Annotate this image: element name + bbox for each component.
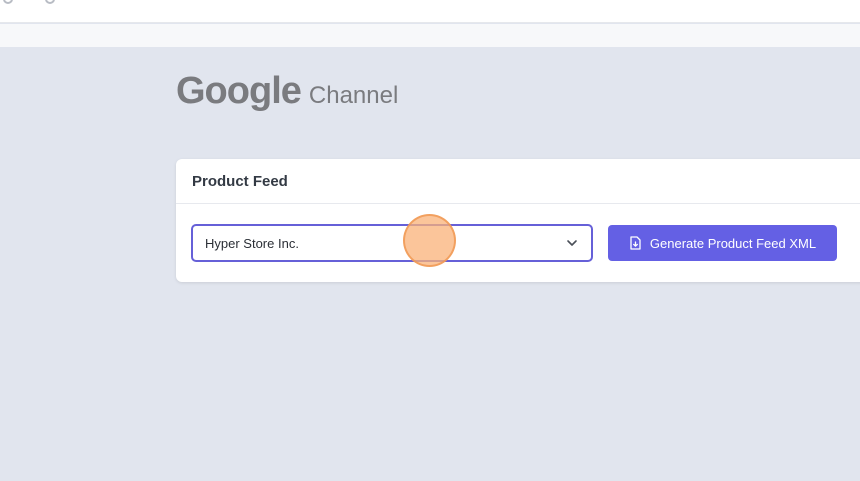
file-download-icon [630, 236, 641, 250]
sub-bar [0, 24, 860, 47]
product-feed-card: Product Feed Hyper Store Inc. Generate P… [176, 159, 860, 282]
top-bar-icon[interactable] [45, 0, 55, 4]
page-title: Channel [308, 82, 399, 109]
generate-button-label: Generate Product Feed XML [649, 235, 817, 251]
store-select[interactable]: Hyper Store Inc. [191, 224, 593, 262]
click-indicator [403, 214, 456, 267]
top-bar [0, 0, 860, 23]
generate-product-feed-button[interactable]: Generate Product Feed XML [608, 225, 837, 261]
chevron-down-icon [567, 240, 577, 246]
store-select-value: Hyper Store Inc. [205, 235, 299, 251]
card-title: Product Feed [192, 173, 288, 190]
google-logo: Google [176, 70, 302, 112]
page-header: Google Channel [176, 70, 398, 114]
card-header: Product Feed [176, 159, 860, 204]
top-bar-icon[interactable] [3, 0, 13, 4]
